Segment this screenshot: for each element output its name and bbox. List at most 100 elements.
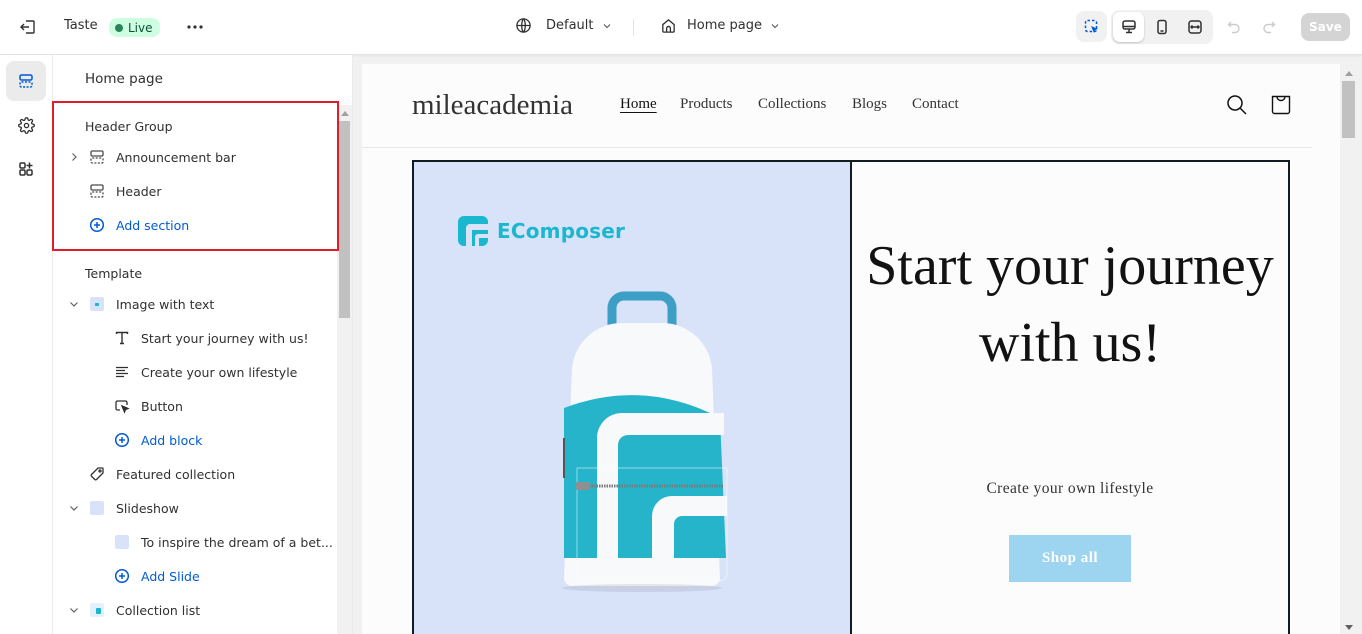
inspector-icon	[1084, 19, 1098, 33]
section-item-collection-list[interactable]: Collection list	[60, 598, 200, 622]
add-slide-button[interactable]: Add Slide	[88, 564, 200, 588]
nav-link-collections[interactable]: Collections	[758, 96, 826, 113]
section-label: Announcement bar	[116, 149, 236, 165]
fullscreen-icon	[1187, 20, 1202, 34]
scroll-up-arrow-icon[interactable]	[341, 111, 349, 116]
nav-link-home[interactable]: Home	[620, 96, 657, 113]
block-item-text[interactable]: Create your own lifestyle	[88, 360, 297, 384]
apps-add-icon	[19, 162, 33, 176]
more-actions-button[interactable]	[184, 18, 206, 36]
add-slide-label: Add Slide	[141, 568, 200, 584]
scroll-up-arrow-icon[interactable]	[1345, 71, 1353, 76]
template-label: Template	[85, 266, 143, 281]
button-cursor-icon	[113, 397, 131, 415]
add-section-button[interactable]: Add section	[60, 213, 189, 237]
sections-icon	[19, 74, 33, 88]
fullscreen-view-button[interactable]	[1179, 12, 1210, 42]
panel-scrollbar-thumb[interactable]	[339, 121, 350, 318]
section-label: Header	[116, 183, 162, 199]
locale-selector[interactable]: Default	[515, 17, 612, 34]
block-label: Start your journey with us!	[141, 330, 309, 346]
image-with-text-thumb-icon	[88, 295, 106, 313]
ecomposer-brand: EComposer	[458, 216, 625, 246]
header-group-label: Header Group	[85, 119, 173, 134]
topbar-divider	[633, 19, 634, 36]
section-label: Image with text	[116, 296, 215, 312]
hero-subtext: Create your own lifestyle	[986, 480, 1154, 497]
chevron-down-icon[interactable]	[67, 501, 81, 515]
rail-item-sections[interactable]	[6, 61, 46, 101]
panel-scrollbar[interactable]	[337, 105, 352, 634]
section-icon	[88, 148, 106, 166]
undo-icon	[1227, 21, 1240, 34]
text-paragraph-icon	[113, 363, 131, 381]
preview-scrollbar[interactable]	[1340, 64, 1357, 634]
chevron-down-icon	[603, 23, 610, 28]
section-item-featured-collection[interactable]: Featured collection	[60, 462, 235, 486]
inspector-button[interactable]	[1076, 11, 1107, 42]
page-selector[interactable]: Home page	[660, 17, 780, 34]
locale-selector-label: Default	[546, 18, 594, 33]
section-item-header[interactable]: Header	[60, 179, 162, 203]
chevron-down-icon[interactable]	[67, 297, 81, 311]
theme-name: Taste	[64, 18, 98, 33]
redo-button[interactable]	[1259, 17, 1279, 37]
chevron-down-icon[interactable]	[67, 603, 81, 617]
brand-name: EComposer	[497, 219, 626, 243]
exit-icon	[20, 20, 35, 34]
shop-all-button[interactable]: Shop all	[1009, 535, 1131, 582]
store-cart-button[interactable]	[1269, 93, 1293, 117]
status-badge: Live	[109, 18, 160, 37]
block-label: Button	[141, 398, 183, 414]
image-with-text-section[interactable]: EComposer Start your journey with us! Cr…	[412, 160, 1290, 634]
section-item-slideshow[interactable]: Slideshow	[60, 496, 179, 520]
search-icon	[1227, 95, 1247, 115]
chevron-right-icon[interactable]	[67, 150, 81, 164]
image-with-text-media: EComposer	[414, 162, 852, 634]
cart-bag-icon	[1271, 95, 1291, 115]
save-button[interactable]: Save	[1301, 13, 1350, 41]
block-item-slide[interactable]: To inspire the dream of a bet...	[88, 530, 333, 554]
section-item-image-with-text[interactable]: Image with text	[60, 292, 214, 316]
more-icon	[187, 25, 203, 29]
section-label: Slideshow	[116, 500, 179, 516]
store-logo[interactable]: mileacademia	[412, 89, 573, 122]
rail-item-theme-settings[interactable]	[6, 105, 46, 145]
ecomposer-logo-icon	[458, 216, 488, 246]
slide-thumb-icon	[113, 533, 131, 551]
slideshow-thumb-icon	[88, 499, 106, 517]
undo-button[interactable]	[1224, 17, 1244, 37]
home-icon	[662, 18, 675, 33]
section-icon	[88, 182, 106, 200]
block-item-button[interactable]: Button	[88, 394, 183, 418]
redo-icon	[1263, 21, 1276, 34]
add-block-button[interactable]: Add block	[88, 428, 202, 452]
nav-link-contact[interactable]: Contact	[912, 96, 959, 113]
section-item-announcement-bar[interactable]: Announcement bar	[60, 145, 236, 169]
nav-link-blogs[interactable]: Blogs	[852, 96, 887, 113]
scroll-down-arrow-icon[interactable]	[1345, 625, 1353, 630]
globe-icon	[516, 18, 531, 33]
status-badge-label: Live	[128, 20, 153, 35]
desktop-view-button[interactable]	[1113, 12, 1144, 42]
plus-circle-icon	[88, 216, 106, 234]
viewport-switcher	[1111, 10, 1213, 44]
nav-link-products[interactable]: Products	[680, 96, 733, 113]
mobile-icon	[1156, 19, 1167, 35]
sidebar-rail	[0, 55, 53, 634]
preview-scrollbar-thumb[interactable]	[1342, 81, 1355, 138]
gear-icon	[17, 116, 35, 134]
chevron-down-icon	[771, 23, 779, 28]
exit-button[interactable]	[17, 16, 39, 38]
collection-list-thumb-icon	[88, 601, 106, 619]
add-section-label: Add section	[116, 217, 190, 233]
mobile-view-button[interactable]	[1146, 12, 1177, 42]
rail-item-apps[interactable]	[6, 149, 46, 189]
section-label: Collection list	[116, 602, 201, 618]
section-label: Featured collection	[116, 466, 236, 482]
text-heading-icon	[113, 329, 131, 347]
desktop-icon	[1121, 20, 1136, 34]
block-item-heading[interactable]: Start your journey with us!	[88, 326, 308, 350]
store-search-button[interactable]	[1225, 93, 1249, 117]
live-dot-icon	[115, 23, 123, 32]
